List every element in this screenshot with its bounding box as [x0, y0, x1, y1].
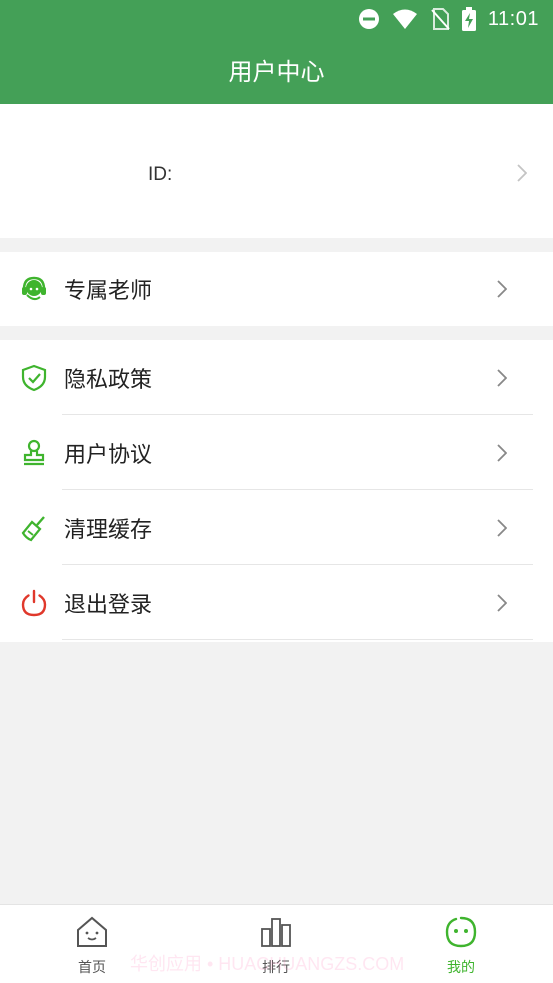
menu-item-label: 清理缓存: [64, 517, 153, 543]
chevron-right-icon: [517, 164, 527, 182]
page-title: 用户中心: [228, 58, 325, 86]
profile-id-label: ID:: [148, 164, 173, 185]
chevron-right-icon: [497, 593, 507, 612]
chevron-right-icon: [497, 280, 507, 298]
menu-item-privacy[interactable]: 隐私政策: [0, 340, 553, 415]
menu-group-teacher: 专属老师: [0, 252, 553, 326]
menu-group-settings: 隐私政策 用户协议 清理缓存 退出登录: [0, 340, 553, 642]
ranking-icon: [261, 918, 291, 947]
menu-item-label: 隐私政策: [64, 367, 153, 393]
tab-label: 我的: [447, 960, 475, 976]
broom-icon: [21, 515, 45, 541]
tab-mine[interactable]: 我的: [401, 905, 521, 983]
menu-item-user-agreement[interactable]: 用户协议: [0, 415, 553, 490]
smile-bubble-icon: [445, 916, 477, 948]
profile-card[interactable]: ID:: [0, 104, 553, 238]
watermark: 华创应用 • HUACHUANGZS.COM: [130, 954, 405, 974]
wifi-icon: [392, 9, 417, 29]
menu-item-label: 用户协议: [64, 442, 153, 468]
headset-icon: [22, 276, 46, 301]
chevron-right-icon: [497, 443, 507, 462]
menu-item-label: 退出登录: [64, 592, 153, 618]
menu-item-clear-cache[interactable]: 清理缓存: [0, 490, 553, 565]
no-sim-icon: [431, 8, 450, 30]
chevron-right-icon: [497, 518, 507, 537]
shield-icon: [21, 364, 47, 391]
status-time: 11:01: [487, 7, 539, 30]
menu-item-logout[interactable]: 退出登录: [0, 565, 553, 640]
power-icon: [21, 589, 47, 616]
chevron-right-icon: [497, 368, 507, 387]
stamp-icon: [23, 439, 45, 465]
menu-item-teacher[interactable]: 专属老师: [0, 252, 553, 326]
divider: [62, 639, 533, 640]
status-icons: 11:01: [358, 6, 539, 32]
do-not-disturb-icon: [358, 9, 379, 29]
battery-charging-icon: [461, 7, 476, 31]
status-bar: 11:01: [0, 0, 553, 36]
menu-item-label: 专属老师: [64, 279, 153, 304]
app-header: 11:01 用户中心: [0, 0, 553, 104]
home-icon: [77, 916, 107, 947]
